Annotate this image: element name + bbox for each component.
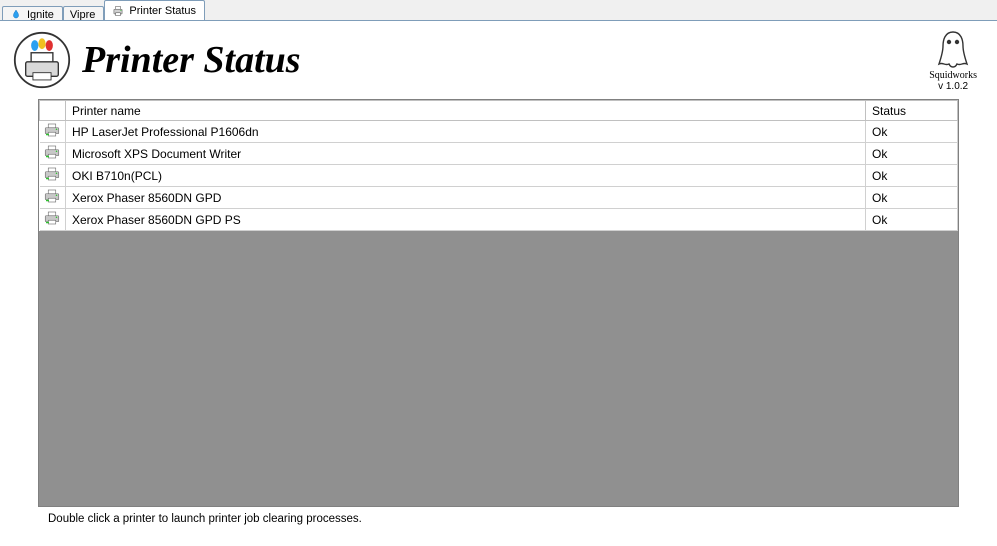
printer-name-cell: Microsoft XPS Document Writer [66, 143, 866, 165]
tab-label: Ignite [27, 9, 54, 21]
brand-name: Squidworks [929, 70, 977, 81]
printer-row-icon [40, 187, 66, 209]
table-row[interactable]: Microsoft XPS Document WriterOk [40, 143, 958, 165]
tab-strip: Ignite Vipre Printer Status [0, 0, 997, 20]
printer-status-cell: Ok [866, 209, 958, 231]
squid-icon [935, 28, 971, 70]
page-header: Printer Status Squidworks v 1.0.2 [0, 21, 997, 95]
printer-name-cell: Xerox Phaser 8560DN GPD [66, 187, 866, 209]
brand-version: v 1.0.2 [938, 81, 968, 92]
hint-text: Double click a printer to launch printer… [48, 513, 997, 525]
tab-printer-status[interactable]: Printer Status [104, 0, 205, 20]
column-header-name[interactable]: Printer name [66, 101, 866, 121]
table-row[interactable]: Xerox Phaser 8560DN GPDOk [40, 187, 958, 209]
printer-name-cell: Xerox Phaser 8560DN GPD PS [66, 209, 866, 231]
column-header-icon[interactable] [40, 101, 66, 121]
table-header-row: Printer name Status [40, 101, 958, 121]
printer-status-cell: Ok [866, 187, 958, 209]
table-row[interactable]: Xerox Phaser 8560DN GPD PSOk [40, 209, 958, 231]
printer-icon [111, 4, 125, 18]
printer-status-cell: Ok [866, 165, 958, 187]
printer-status-cell: Ok [866, 143, 958, 165]
printer-logo-icon [12, 30, 72, 90]
printer-name-cell: HP LaserJet Professional P1606dn [66, 121, 866, 143]
printer-status-cell: Ok [866, 121, 958, 143]
printer-grid-container: Printer name Status HP LaserJet Professi… [38, 99, 959, 507]
tab-label: Vipre [70, 9, 95, 21]
table-row[interactable]: HP LaserJet Professional P1606dnOk [40, 121, 958, 143]
printer-table: Printer name Status HP LaserJet Professi… [39, 100, 958, 231]
page-title: Printer Status [82, 38, 301, 82]
printer-row-icon [40, 209, 66, 231]
main-panel: Printer Status Squidworks v 1.0.2 [0, 20, 997, 546]
printer-row-icon [40, 165, 66, 187]
column-header-status[interactable]: Status [866, 101, 958, 121]
tab-label: Printer Status [129, 5, 196, 17]
brand-block: Squidworks v 1.0.2 [929, 28, 981, 92]
printer-row-icon [40, 143, 66, 165]
printer-name-cell: OKI B710n(PCL) [66, 165, 866, 187]
table-row[interactable]: OKI B710n(PCL)Ok [40, 165, 958, 187]
printer-row-icon [40, 121, 66, 143]
grid-empty-area [39, 231, 958, 506]
